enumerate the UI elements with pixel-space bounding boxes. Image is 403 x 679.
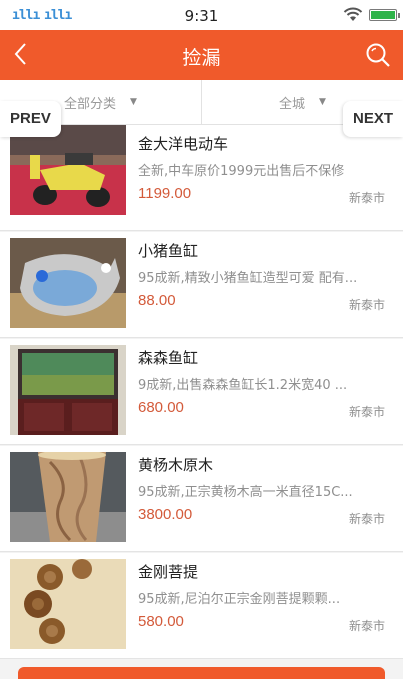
boxwood-log-photo: [10, 452, 126, 542]
item-description: 95成新,精致小猪鱼缸造型可爱 配有...: [138, 271, 358, 286]
item-title: 黄杨木原木: [138, 456, 214, 474]
item-title: 小猪鱼缸: [138, 242, 199, 260]
item-title: 金大洋电动车: [138, 135, 229, 153]
item-description: 全新,中车原价1999元出售后不保修: [138, 164, 345, 179]
item-description: 95成新,尼泊尔正宗金刚菩提颗颗...: [138, 592, 341, 607]
filter-label: 全部分类: [64, 96, 117, 112]
item-price: 1199.00: [138, 185, 192, 202]
list-item[interactable]: 黄杨木原木 95成新,正宗黄杨木高一米直径15C... 3800.00 新泰市: [0, 446, 403, 552]
list-item[interactable]: 金刚菩提 95成新,尼泊尔正宗金刚菩提颗颗... 580.00 新泰市: [0, 553, 403, 659]
prev-button[interactable]: PREV: [0, 101, 61, 137]
wifi-icon: [343, 7, 363, 21]
item-location: 新泰市: [348, 619, 385, 633]
list-item[interactable]: 森森鱼缸 9成新,出售森森鱼缸长1.2米宽40 ... 680.00 新泰市: [0, 339, 403, 445]
electric-scooter-photo: [10, 125, 126, 215]
bodhi-beads-photo: [10, 559, 126, 649]
item-price: 88.00: [138, 292, 176, 309]
pig-aquarium-photo: [10, 238, 126, 328]
search-icon[interactable]: [363, 40, 393, 70]
item-location: 新泰市: [348, 512, 385, 526]
item-location: 新泰市: [348, 191, 385, 205]
page-title: 捡漏: [182, 47, 221, 69]
item-price: 580.00: [138, 613, 184, 630]
bottom-action-button[interactable]: [18, 667, 385, 679]
item-location: 新泰市: [348, 298, 385, 312]
aquarium-cabinet-photo: [10, 345, 126, 435]
item-list: 金大洋电动车 全新,中车原价1999元出售后不保修 1199.00 新泰市 小猪…: [0, 125, 403, 659]
item-title: 森森鱼缸: [138, 349, 199, 367]
caret-down-icon: ▼: [130, 97, 137, 107]
nav-bar: 捡漏: [0, 30, 403, 80]
status-bar: ıllı ıllı 9:31: [0, 0, 403, 30]
item-price: 680.00: [138, 399, 184, 416]
list-item[interactable]: 小猪鱼缸 95成新,精致小猪鱼缸造型可爱 配有... 88.00 新泰市: [0, 232, 403, 338]
battery-icon: [369, 9, 400, 21]
item-title: 金刚菩提: [138, 563, 199, 581]
filter-label: 全城: [279, 96, 306, 112]
item-description: 95成新,正宗黄杨木高一米直径15C...: [138, 485, 353, 500]
list-item[interactable]: 金大洋电动车 全新,中车原价1999元出售后不保修 1199.00 新泰市: [0, 125, 403, 231]
item-price: 3800.00: [138, 506, 193, 523]
caret-down-icon: ▼: [319, 97, 326, 107]
item-location: 新泰市: [348, 405, 385, 419]
next-button[interactable]: NEXT: [342, 101, 403, 137]
item-description: 9成新,出售森森鱼缸长1.2米宽40 ...: [138, 378, 348, 393]
